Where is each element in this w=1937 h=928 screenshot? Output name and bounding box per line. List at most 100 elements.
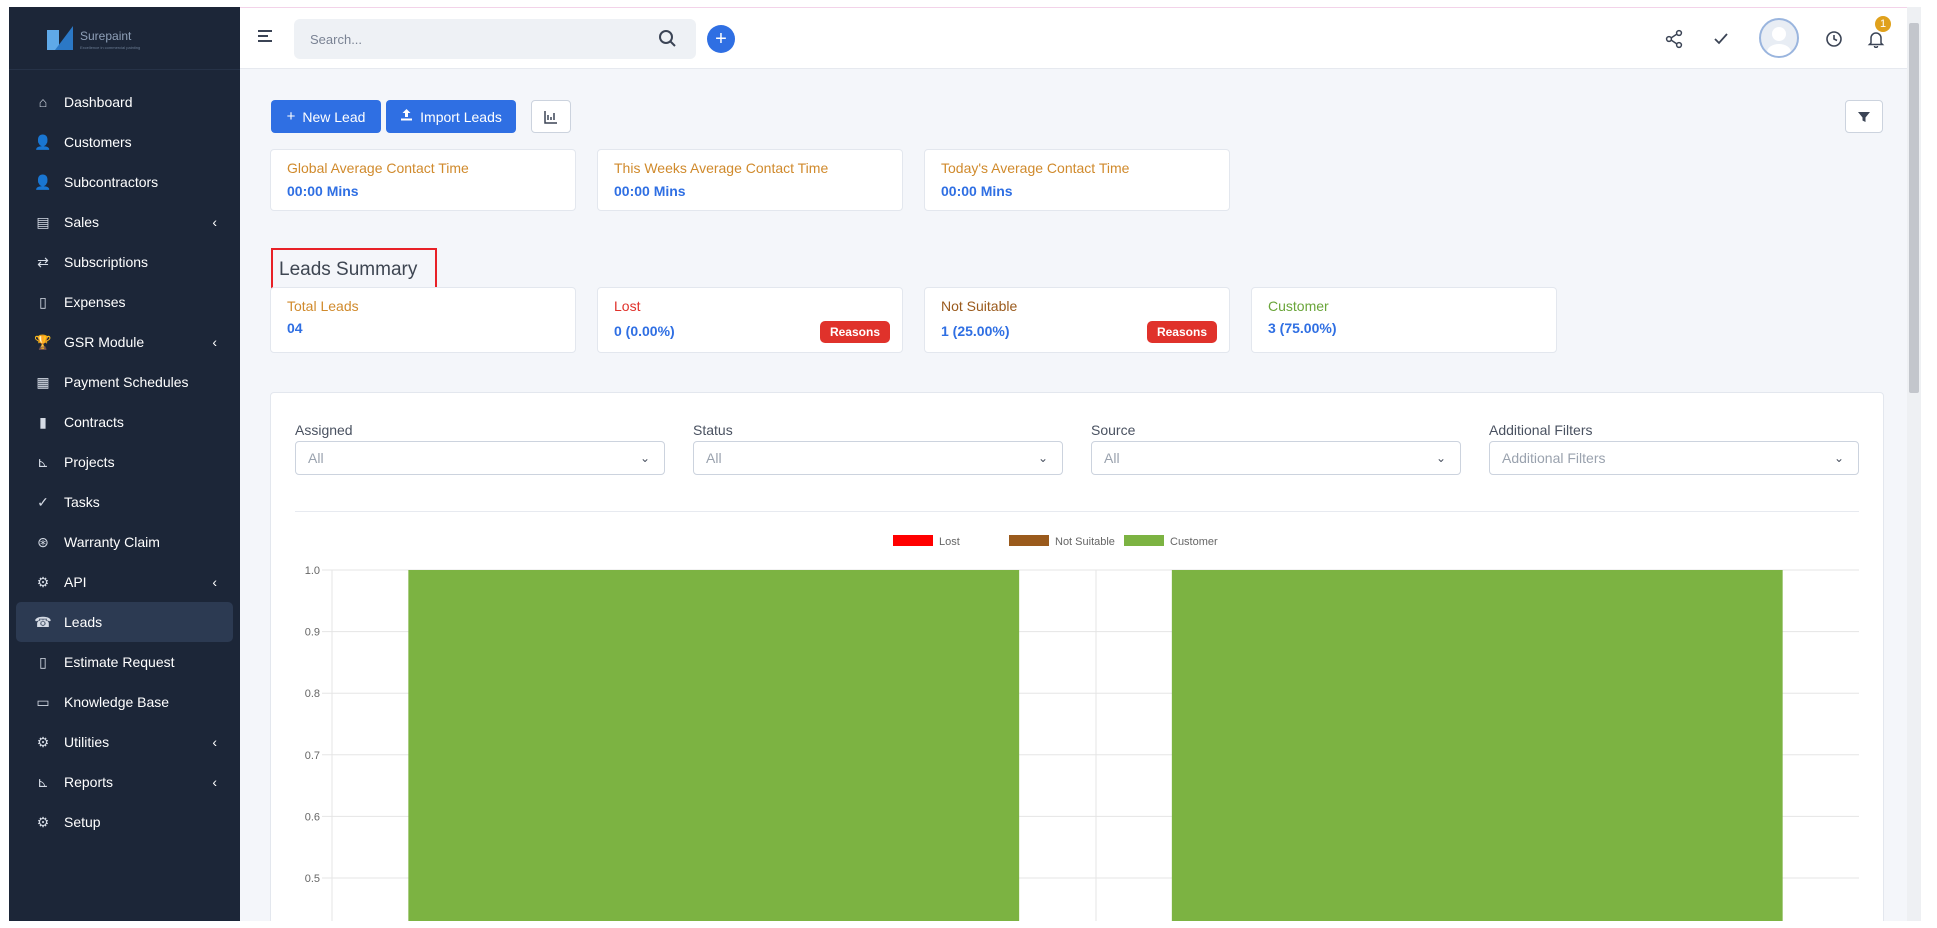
status-select[interactable]: All ⌄ [693,441,1063,475]
upload-icon [400,108,413,125]
leads-status-chart: Lost Not Suitable Customer 1.0 0.9 0.8 0.7 0.6 0… [305,535,1859,921]
bar-customer[interactable] [408,570,1020,921]
leads-summary-title: Leads Summary [271,248,437,291]
bar-customer[interactable] [1171,570,1783,921]
lost-leads-card: Lost 0 (0.00%) Reasons [597,287,903,353]
sidebar-item-expenses[interactable]: ▯ Expenses [16,282,233,322]
chevron-down-icon: ⌄ [1833,451,1844,465]
legend-label[interactable]: Not Suitable [1055,536,1115,548]
sidebar-item-reports[interactable]: ⊾ Reports ‹ [16,762,233,802]
import-leads-label: Import Leads [420,108,502,125]
brand[interactable]: Surepaint Excellence in commercial paint… [9,7,240,70]
chart-area-icon: ⊾ [37,773,49,790]
sidebar-item-utilities[interactable]: ⚙ Utilities ‹ [16,722,233,762]
chevron-left-icon[interactable]: ‹ [212,574,217,590]
card-title: Not Suitable [941,298,1018,314]
sidebar-item-leads[interactable]: ☎ Leads [16,602,233,642]
not-suitable-reasons-button[interactable]: Reasons [1146,321,1217,343]
sidebar-item-customers[interactable]: 👤 Customers [16,122,233,162]
legend-swatch-lost[interactable] [893,535,933,546]
new-lead-label: New Lead [302,108,366,125]
y-tick-label: 0.6 [305,811,320,823]
sidebar: Surepaint Excellence in commercial paint… [9,7,240,921]
sidebar-item-subcontractors[interactable]: 👤 Subcontractors [16,162,233,202]
file-icon: ▯ [39,293,47,310]
lost-reasons-button[interactable]: Reasons [819,321,890,343]
new-lead-button[interactable]: + New Lead [271,100,381,133]
search-icon[interactable] [657,28,679,50]
sidebar-item-label: Contracts [64,414,124,430]
legend-label[interactable]: Customer [1170,536,1218,548]
sidebar-item-label: Sales [64,214,100,230]
repeat-icon: ⇄ [37,253,49,270]
card-value: 3 (75.00%) [1268,320,1337,336]
card-value: 00:00 Mins [287,183,359,199]
sidebar-item-setup[interactable]: ⚙ Setup [16,802,233,842]
today-contact-time-card: Today's Average Contact Time 00:00 Mins [924,149,1230,211]
page-scrollbar[interactable] [1907,7,1921,921]
home-icon: ⌂ [38,94,48,110]
clock-icon[interactable] [1821,26,1847,52]
chevron-left-icon[interactable]: ‹ [212,334,217,350]
sidebar-item-label: API [64,574,87,590]
sidebar-nav: ⌂ Dashboard 👤 Customers 👤 Subcontractors ▤ Sale… [9,70,240,842]
notification-badge: 1 [1875,16,1891,32]
status-value: All [706,450,722,466]
assigned-value: All [308,450,324,466]
divider [295,511,1859,512]
not-suitable-leads-card: Not Suitable 1 (25.00%) Reasons [924,287,1230,353]
sidebar-item-estimate-request[interactable]: ▯ Estimate Request [16,642,233,682]
leads-chart-panel: Assigned All ⌄ Status All ⌄ Source All ⌄ Ad… [270,392,1884,921]
card-value: 04 [287,320,303,336]
sidebar-item-label: Expenses [64,294,126,310]
y-tick-label: 0.5 [305,873,320,885]
chevron-left-icon[interactable]: ‹ [212,214,217,230]
sidebar-item-label: Utilities [64,734,110,750]
assigned-label: Assigned [295,422,353,438]
chart-toggle-button[interactable] [531,100,571,133]
check-icon[interactable] [1708,26,1734,52]
sidebar-item-dashboard[interactable]: ⌂ Dashboard [16,82,233,122]
assigned-select[interactable]: All ⌄ [295,441,665,475]
sidebar-item-payment-schedules[interactable]: ▦ Payment Schedules [16,362,233,402]
cogs-icon: ⚙ [36,573,50,590]
legend-label[interactable]: Lost [939,536,960,548]
receipt-icon: ▤ [36,213,50,230]
sidebar-item-contracts[interactable]: ▮ Contracts [16,402,233,442]
total-leads-card: Total Leads 04 [270,287,576,353]
chevron-left-icon[interactable]: ‹ [212,734,217,750]
card-value: 00:00 Mins [614,183,686,199]
import-leads-button[interactable]: Import Leads [386,100,516,133]
chart-icon: ⊾ [37,453,49,470]
contract-icon: ▮ [39,413,47,430]
sidebar-item-knowledge-base[interactable]: ▭ Knowledge Base [16,682,233,722]
sidebar-item-sales[interactable]: ▤ Sales ‹ [16,202,233,242]
sidebar-item-api[interactable]: ⚙ API ‹ [16,562,233,602]
share-icon[interactable] [1661,26,1687,52]
additional-filters-select[interactable]: Additional Filters ⌄ [1489,441,1859,475]
topbar: + 1 [240,7,1921,69]
filter-button[interactable] [1845,100,1883,133]
menu-toggle-icon[interactable] [258,30,272,45]
sidebar-item-tasks[interactable]: ✓ Tasks [16,482,233,522]
quick-create-button[interactable]: + [707,25,735,53]
legend-swatch-customer[interactable] [1124,535,1164,546]
sidebar-item-projects[interactable]: ⊾ Projects [16,442,233,482]
filter-icon [1858,111,1870,122]
sidebar-item-label: Projects [64,454,115,470]
sidebar-item-warranty-claim[interactable]: ⊛ Warranty Claim [16,522,233,562]
sidebar-item-label: GSR Module [64,334,145,350]
sidebar-item-subscriptions[interactable]: ⇄ Subscriptions [16,242,233,282]
search-input[interactable] [294,19,696,59]
sidebar-item-gsr-module[interactable]: 🏆 GSR Module ‹ [16,322,233,362]
chevron-left-icon[interactable]: ‹ [212,774,217,790]
global-contact-time-card: Global Average Contact Time 00:00 Mins [270,149,576,211]
avatar[interactable] [1759,18,1799,58]
scrollbar-thumb[interactable] [1909,23,1919,393]
app-frame: Surepaint Excellence in commercial paint… [9,7,1921,921]
bar-chart-icon [544,110,557,124]
source-select[interactable]: All ⌄ [1091,441,1461,475]
cogs-icon: ⚙ [36,733,50,750]
card-value: 1 (25.00%) [941,323,1010,339]
legend-swatch-not-suitable[interactable] [1009,535,1049,546]
